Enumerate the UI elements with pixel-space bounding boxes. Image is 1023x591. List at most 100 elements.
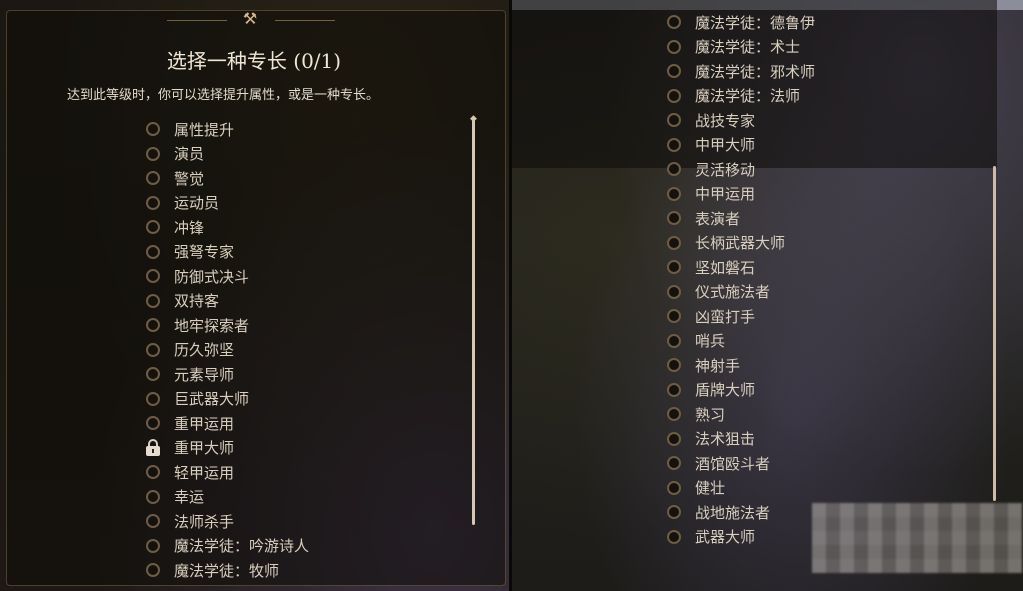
radio-button-icon[interactable]	[667, 431, 681, 446]
feat-option-label: 哨兵	[695, 332, 726, 351]
feat-option[interactable]: 武器大师	[667, 525, 815, 550]
feat-option[interactable]: 魔法学徒：法师	[667, 84, 815, 109]
feat-option[interactable]: 长柄武器大师	[667, 231, 815, 256]
radio-button-icon[interactable]	[667, 333, 681, 348]
radio-button-icon[interactable]	[146, 146, 160, 161]
feat-option[interactable]: 魔法学徒：德鲁伊	[667, 10, 815, 35]
feat-option-label: 历久弥坚	[174, 341, 235, 360]
radio-button-icon[interactable]	[667, 456, 681, 471]
radio-button-icon[interactable]	[667, 211, 681, 226]
radio-button-icon[interactable]	[667, 15, 681, 30]
radio-button-icon[interactable]	[667, 186, 681, 201]
feat-option[interactable]: 幸运	[146, 485, 309, 510]
feat-option[interactable]: 中甲运用	[667, 182, 815, 207]
feat-option[interactable]: 战技专家	[667, 108, 815, 133]
feat-option-label: 凶蛮打手	[695, 307, 756, 326]
feat-option[interactable]: 中甲大师	[667, 133, 815, 158]
feat-option[interactable]: 属性提升	[146, 117, 309, 142]
feat-option[interactable]: 运动员	[146, 191, 309, 216]
feat-option[interactable]: 历久弥坚	[146, 338, 309, 363]
radio-button-icon[interactable]	[146, 538, 160, 553]
radio-button-icon[interactable]	[667, 480, 681, 495]
feat-option[interactable]: 强弩专家	[146, 240, 309, 265]
crest-line-left	[167, 20, 227, 21]
radio-button-icon[interactable]	[667, 113, 681, 128]
radio-button-icon[interactable]	[146, 342, 160, 357]
feat-option[interactable]: 战地施法者	[667, 500, 815, 525]
radio-button-icon[interactable]	[146, 171, 160, 186]
feat-option[interactable]: 坚如磐石	[667, 255, 815, 280]
feat-option-label: 警觉	[174, 169, 205, 188]
feat-option-label: 幸运	[174, 488, 205, 507]
radio-button-icon[interactable]	[667, 407, 681, 422]
feat-option[interactable]: 魔法学徒：牧师	[146, 558, 309, 583]
radio-button-icon[interactable]	[146, 293, 160, 308]
feat-option-label: 战地施法者	[695, 503, 771, 522]
feat-option[interactable]: 轻甲运用	[146, 460, 309, 485]
radio-button-icon[interactable]	[146, 465, 160, 480]
feat-option[interactable]: 法师杀手	[146, 509, 309, 534]
radio-button-icon[interactable]	[667, 309, 681, 324]
radio-button-icon[interactable]	[146, 269, 160, 284]
feat-option-label: 魔法学徒：邪术师	[695, 62, 816, 81]
feat-option[interactable]: 熟习	[667, 402, 815, 427]
radio-button-icon[interactable]	[667, 88, 681, 103]
feat-option[interactable]: 哨兵	[667, 329, 815, 354]
radio-button-icon[interactable]	[667, 235, 681, 250]
feat-option[interactable]: 魔法学徒：吟游诗人	[146, 534, 309, 559]
radio-button-icon[interactable]	[146, 367, 160, 382]
radio-button-icon[interactable]	[146, 244, 160, 259]
radio-button-icon[interactable]	[667, 505, 681, 520]
feat-option[interactable]: 重甲运用	[146, 411, 309, 436]
feat-option-label: 地牢探索者	[174, 316, 250, 335]
feat-option-label: 魔法学徒：吟游诗人	[174, 537, 310, 556]
feat-option[interactable]: 法术狙击	[667, 427, 815, 452]
feat-option[interactable]: 盾牌大师	[667, 378, 815, 403]
scrollbar-left[interactable]	[472, 120, 475, 525]
feat-option[interactable]: 魔法学徒：术士	[667, 35, 815, 60]
feat-option-label: 魔法学徒：牧师	[174, 561, 280, 580]
radio-button-icon[interactable]	[146, 489, 160, 504]
feat-option[interactable]: 凶蛮打手	[667, 304, 815, 329]
radio-button-icon[interactable]	[667, 260, 681, 275]
feat-option[interactable]: 表演者	[667, 206, 815, 231]
radio-button-icon[interactable]	[667, 284, 681, 299]
radio-button-icon[interactable]	[667, 64, 681, 79]
feat-option[interactable]: 魔法学徒：邪术师	[667, 59, 815, 84]
feat-option[interactable]: 警觉	[146, 166, 309, 191]
radio-button-icon[interactable]	[146, 122, 160, 137]
radio-button-icon[interactable]	[667, 39, 681, 54]
feat-option-label: 轻甲运用	[174, 463, 235, 482]
feat-option[interactable]: 地牢探索者	[146, 313, 309, 338]
feat-option[interactable]: 双持客	[146, 289, 309, 314]
feat-option[interactable]: 巨武器大师	[146, 387, 309, 412]
feat-option[interactable]: 酒馆殴斗者	[667, 451, 815, 476]
radio-button-icon[interactable]	[146, 220, 160, 235]
feat-option[interactable]: 神射手	[667, 353, 815, 378]
radio-button-icon[interactable]	[146, 563, 160, 578]
feat-option[interactable]: 演员	[146, 142, 309, 167]
feat-option[interactable]: 重甲大师	[146, 436, 309, 461]
scrollbar-right[interactable]	[993, 166, 996, 501]
radio-button-icon[interactable]	[667, 529, 681, 544]
radio-button-icon[interactable]	[667, 382, 681, 397]
feat-option-label: 酒馆殴斗者	[695, 454, 771, 473]
radio-button-icon[interactable]	[146, 318, 160, 333]
feat-option[interactable]: 仪式施法者	[667, 280, 815, 305]
radio-button-icon[interactable]	[667, 137, 681, 152]
radio-button-icon[interactable]	[146, 416, 160, 431]
dialog-subtitle: 达到此等级时，你可以选择提升属性，或是一种专长。	[67, 88, 380, 103]
feat-list-left: 属性提升 演员警觉运动员 冲锋 强弩专家 防御式决斗 双持客地牢探索者历久弥坚元素导师 巨武…	[146, 117, 309, 583]
feat-option[interactable]: 灵活移动	[667, 157, 815, 182]
radio-button-icon[interactable]	[146, 391, 160, 406]
feat-option-label: 重甲大师	[174, 439, 235, 458]
feat-option[interactable]: 防御式决斗	[146, 264, 309, 289]
feat-option[interactable]: 元素导师	[146, 362, 309, 387]
radio-button-icon[interactable]	[146, 195, 160, 210]
radio-button-icon[interactable]	[146, 514, 160, 529]
feat-option[interactable]: 健壮	[667, 476, 815, 501]
radio-button-icon[interactable]	[667, 162, 681, 177]
feat-option-label: 长柄武器大师	[695, 234, 786, 253]
feat-option[interactable]: 冲锋	[146, 215, 309, 240]
radio-button-icon[interactable]	[667, 358, 681, 373]
